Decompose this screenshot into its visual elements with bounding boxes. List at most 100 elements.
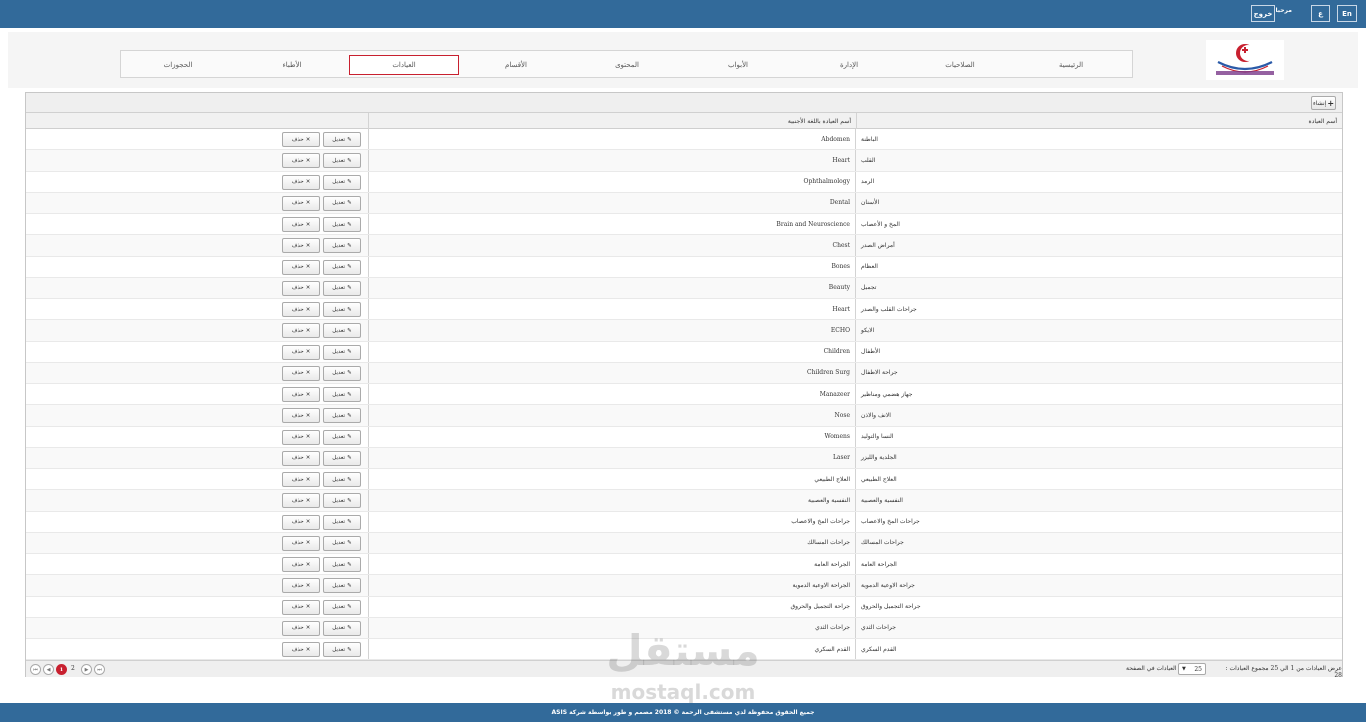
edit-button[interactable]: تعديل ✎: [323, 280, 361, 296]
edit-button[interactable]: تعديل ✎: [323, 259, 361, 275]
delete-button[interactable]: حذف ✕: [282, 132, 320, 147]
edit-button[interactable]: تعديل ✎: [323, 514, 361, 530]
edit-button[interactable]: تعديل ✎: [323, 642, 361, 657]
delete-button[interactable]: حذف ✕: [282, 280, 320, 296]
nav-item-permissions[interactable]: الصلاحيات: [905, 55, 1015, 75]
edit-button[interactable]: تعديل ✎: [323, 365, 361, 381]
delete-label: حذف: [291, 540, 304, 547]
close-icon: ✕: [305, 136, 311, 143]
edit-label: تعديل: [332, 476, 346, 483]
edit-button[interactable]: تعديل ✎: [323, 238, 361, 254]
top-bar: En ع خروج مرحبا: [0, 0, 1366, 28]
delete-button[interactable]: حذف ✕: [282, 323, 320, 339]
nav-item-departments[interactable]: الأقسام: [461, 55, 571, 75]
cell-name-ar: الجلدية والليزر: [861, 454, 897, 462]
delete-button[interactable]: حذف ✕: [282, 578, 320, 594]
close-icon: ✕: [305, 497, 311, 504]
edit-button[interactable]: تعديل ✎: [323, 323, 361, 339]
per-page-select[interactable]: ▼ 25: [1178, 663, 1206, 675]
nav-item-bookings[interactable]: الحجوزات: [123, 55, 233, 75]
edit-button[interactable]: تعديل ✎: [323, 557, 361, 572]
welcome-text: مرحبا: [1275, 7, 1292, 14]
edit-button[interactable]: تعديل ✎: [323, 578, 361, 594]
edit-button[interactable]: تعديل ✎: [323, 302, 361, 317]
delete-label: حذف: [291, 412, 304, 419]
delete-button[interactable]: حذف ✕: [282, 408, 320, 424]
current-page-button[interactable]: 1: [56, 664, 67, 675]
delete-label: حذف: [291, 625, 304, 632]
header-name-en[interactable]: أسم العيادة باللغة الأجنبية: [368, 113, 856, 129]
delete-button[interactable]: حذف ✕: [282, 344, 320, 360]
pencil-icon: ✎: [347, 242, 352, 249]
prev-page-button[interactable]: ◀: [43, 664, 54, 675]
lang-en-button[interactable]: En: [1337, 5, 1357, 22]
edit-button[interactable]: تعديل ✎: [323, 429, 361, 445]
nav-item-administration[interactable]: الإدارة: [794, 55, 904, 75]
edit-label: تعديل: [332, 179, 346, 185]
delete-button[interactable]: حذف ✕: [282, 535, 320, 551]
delete-button[interactable]: حذف ✕: [282, 365, 320, 381]
delete-button[interactable]: حذف ✕: [282, 599, 320, 615]
create-button[interactable]: إنشاء +: [1311, 96, 1336, 110]
delete-button[interactable]: حذف ✕: [282, 302, 320, 317]
lang-ar-button[interactable]: ع: [1311, 5, 1330, 22]
page-2-link[interactable]: 2: [71, 665, 75, 672]
edit-button[interactable]: تعديل ✎: [323, 344, 361, 360]
edit-button[interactable]: تعديل ✎: [323, 174, 361, 190]
edit-button[interactable]: تعديل ✎: [323, 472, 361, 487]
delete-button[interactable]: حذف ✕: [282, 238, 320, 254]
nav-item-doctors[interactable]: الأطباء: [237, 55, 347, 75]
edit-button[interactable]: تعديل ✎: [323, 599, 361, 615]
delete-label: حذف: [291, 264, 304, 270]
edit-button[interactable]: تعديل ✎: [323, 132, 361, 147]
delete-button[interactable]: حذف ✕: [282, 642, 320, 657]
edit-button[interactable]: تعديل ✎: [323, 153, 361, 169]
table-row: العلاج الطبيعي العلاج الطبيعي تعديل ✎ حذ…: [26, 469, 1342, 491]
cell-name-ar: النفسية والعصبية: [861, 496, 903, 504]
edit-button[interactable]: تعديل ✎: [323, 195, 361, 211]
delete-button[interactable]: حذف ✕: [282, 174, 320, 190]
delete-button[interactable]: حذف ✕: [282, 429, 320, 445]
logout-button[interactable]: خروج: [1251, 5, 1275, 22]
cell-name-en: Ophthalmology: [368, 171, 856, 192]
edit-button[interactable]: تعديل ✎: [323, 535, 361, 551]
cell-name-en: Children Surg: [368, 362, 856, 383]
edit-button[interactable]: تعديل ✎: [323, 493, 361, 509]
pencil-icon: ✎: [347, 221, 352, 228]
delete-button[interactable]: حذف ✕: [282, 259, 320, 275]
pencil-icon: ✎: [347, 264, 352, 270]
close-icon: ✕: [305, 179, 311, 185]
last-page-button[interactable]: ⏭: [94, 664, 105, 675]
edit-button[interactable]: تعديل ✎: [323, 408, 361, 424]
delete-label: حذف: [291, 306, 304, 313]
table-row: جراحة الاوعية الدموية الجراحة الاوعية ال…: [26, 575, 1342, 597]
cell-name-en: Abdomen: [368, 129, 856, 150]
edit-button[interactable]: تعديل ✎: [323, 387, 361, 402]
edit-button[interactable]: تعديل ✎: [323, 450, 361, 466]
table-row: الايكو ECHO تعديل ✎ حذف ✕: [26, 320, 1342, 342]
nav-item-sections[interactable]: الأبواب: [683, 55, 793, 75]
cell-actions: تعديل ✎ حذف ✕: [26, 597, 368, 617]
edit-label: تعديل: [332, 285, 346, 292]
delete-button[interactable]: حذف ✕: [282, 514, 320, 530]
next-page-button[interactable]: ▶: [81, 664, 92, 675]
first-page-button[interactable]: ⏮: [30, 664, 41, 675]
header-name-ar[interactable]: أسم العيادة: [856, 113, 1342, 129]
nav-item-content[interactable]: المحتوى: [572, 55, 682, 75]
edit-button[interactable]: تعديل ✎: [323, 620, 361, 636]
edit-button[interactable]: تعديل ✎: [323, 217, 361, 232]
delete-button[interactable]: حذف ✕: [282, 620, 320, 636]
delete-button[interactable]: حذف ✕: [282, 450, 320, 466]
delete-button[interactable]: حذف ✕: [282, 387, 320, 402]
delete-button[interactable]: حذف ✕: [282, 557, 320, 572]
delete-button[interactable]: حذف ✕: [282, 493, 320, 509]
table-row: الجلدية والليزر Laser تعديل ✎ حذف ✕: [26, 447, 1342, 469]
cell-actions: تعديل ✎ حذف ✕: [26, 299, 368, 319]
nav-item-clinics[interactable]: العيادات: [349, 55, 459, 75]
delete-button[interactable]: حذف ✕: [282, 472, 320, 487]
delete-button[interactable]: حذف ✕: [282, 195, 320, 211]
delete-button[interactable]: حذف ✕: [282, 217, 320, 232]
pencil-icon: ✎: [347, 646, 352, 653]
delete-button[interactable]: حذف ✕: [282, 153, 320, 169]
nav-item-home[interactable]: الرئيسية: [1016, 55, 1126, 75]
